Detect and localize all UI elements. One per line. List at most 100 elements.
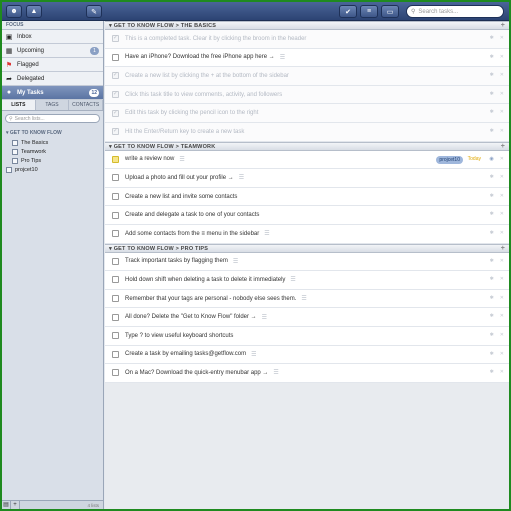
tab-contacts[interactable]: CONTACTS bbox=[69, 100, 104, 110]
task-checkbox[interactable] bbox=[112, 90, 119, 99]
sidebar-item-flagged[interactable]: ⚑ Flagged bbox=[2, 58, 103, 72]
pin-icon[interactable]: ✱ bbox=[490, 54, 494, 60]
delete-icon[interactable]: ✕ bbox=[500, 91, 504, 97]
notifications-button[interactable]: ▲ bbox=[26, 5, 42, 18]
pin-icon[interactable]: ✱ bbox=[490, 258, 494, 264]
task-row[interactable]: Upload a photo and fill out your profile… bbox=[105, 169, 509, 188]
tab-lists[interactable]: LISTS bbox=[2, 100, 36, 110]
task-row[interactable]: On a Mac? Download the quick-entry menub… bbox=[105, 364, 509, 383]
section-header-the-basics[interactable]: ▾ GET TO KNOW FLOW > THE BASICS + bbox=[105, 21, 509, 30]
task-checkbox[interactable] bbox=[112, 109, 119, 117]
task-row[interactable]: Create and delegate a task to one of you… bbox=[105, 206, 509, 225]
pin-icon[interactable]: ✱ bbox=[490, 174, 494, 180]
pin-icon[interactable]: ✱ bbox=[490, 230, 494, 236]
pin-icon[interactable]: ✱ bbox=[490, 332, 494, 338]
clear-completed-button[interactable]: ✔ bbox=[339, 5, 357, 18]
sidebar-item-delegated[interactable]: ➦ Delegated bbox=[2, 72, 103, 86]
folder-view-button[interactable]: ▭ bbox=[381, 5, 399, 18]
delete-icon[interactable]: ✕ bbox=[500, 54, 504, 60]
task-row[interactable]: Type ? to view useful keyboard shortcuts… bbox=[105, 326, 509, 346]
add-task-button[interactable]: + bbox=[501, 22, 505, 30]
task-checkbox[interactable] bbox=[112, 257, 119, 265]
account-menu-button[interactable]: ☻ bbox=[6, 5, 22, 18]
task-checkbox[interactable] bbox=[112, 211, 119, 219]
add-task-button[interactable]: + bbox=[501, 143, 505, 151]
delete-icon[interactable]: ✕ bbox=[500, 230, 504, 236]
add-list-button[interactable]: + bbox=[11, 501, 20, 509]
pin-icon[interactable]: ✱ bbox=[490, 211, 494, 217]
folder-get-to-know-flow[interactable]: ▾ GET TO KNOW FLOW bbox=[2, 126, 103, 138]
list-item-teamwork[interactable]: Teamwork bbox=[2, 147, 103, 156]
section-header-pro-tips[interactable]: ▾ GET TO KNOW FLOW > PRO TIPS + bbox=[105, 243, 509, 253]
task-checkbox[interactable] bbox=[112, 193, 119, 201]
task-row[interactable]: Track important tasks by flagging them ☰… bbox=[105, 252, 509, 272]
task-checkbox[interactable] bbox=[112, 155, 119, 163]
pin-icon[interactable]: ✱ bbox=[490, 313, 494, 319]
delete-icon[interactable]: ✕ bbox=[500, 276, 504, 282]
task-row[interactable]: Create a task by emailing tasks@getflow.… bbox=[105, 345, 509, 365]
task-row[interactable]: Edit this task by clicking the pencil ic… bbox=[105, 104, 509, 123]
search-tasks-field[interactable]: ⚲ Search tasks... bbox=[406, 5, 504, 18]
task-row[interactable]: Hold down shift when deleting a task to … bbox=[105, 271, 509, 290]
task-checkbox[interactable] bbox=[112, 295, 119, 303]
sidebar-item-upcoming[interactable]: ▦ Upcoming 1 bbox=[2, 44, 103, 58]
list-item-pro-tips[interactable]: Pro Tips bbox=[2, 156, 103, 165]
new-task-button[interactable]: ✎ bbox=[86, 5, 102, 18]
task-checkbox[interactable] bbox=[112, 313, 119, 321]
delete-icon[interactable]: ✕ bbox=[500, 72, 504, 78]
pin-icon[interactable]: ✱ bbox=[490, 109, 494, 115]
task-row[interactable]: All done? Delete the "Get to Know Flow" … bbox=[105, 308, 509, 327]
task-checkbox[interactable] bbox=[112, 71, 119, 80]
delete-icon[interactable]: ✕ bbox=[500, 35, 504, 41]
pin-icon[interactable]: ✱ bbox=[490, 193, 494, 199]
chat-icon[interactable]: ◉ bbox=[489, 156, 493, 162]
pin-icon[interactable]: ✱ bbox=[490, 295, 494, 301]
pin-icon[interactable]: ✱ bbox=[490, 351, 494, 357]
delete-icon[interactable]: ✕ bbox=[500, 258, 504, 264]
list-item-projcet10[interactable]: projcet10 bbox=[2, 165, 103, 174]
task-checkbox[interactable] bbox=[112, 53, 119, 61]
section-header-teamwork[interactable]: ▾ GET TO KNOW FLOW > TEAMWORK + bbox=[105, 141, 509, 151]
pin-icon[interactable]: ✱ bbox=[490, 72, 494, 78]
sidebar-item-my-tasks[interactable]: ● My Tasks 12 bbox=[2, 86, 103, 100]
delete-icon[interactable]: ✕ bbox=[500, 193, 504, 199]
pin-icon[interactable]: ✱ bbox=[490, 91, 494, 97]
search-lists-field[interactable]: ⚲ Search lists... bbox=[5, 114, 100, 123]
list-item-the-basics[interactable]: The Basics bbox=[2, 138, 103, 147]
settings-button[interactable]: ▤ bbox=[2, 501, 11, 509]
delete-icon[interactable]: ✕ bbox=[500, 313, 504, 319]
pin-icon[interactable]: ✱ bbox=[490, 276, 494, 282]
delete-icon[interactable]: ✕ bbox=[500, 128, 504, 134]
sidebar-item-inbox[interactable]: ▣ Inbox bbox=[2, 30, 103, 44]
task-row[interactable]: Create a new list by clicking the + at t… bbox=[105, 67, 509, 86]
task-checkbox[interactable] bbox=[112, 34, 119, 43]
task-checkbox[interactable] bbox=[112, 276, 119, 284]
task-row[interactable]: Create a new list and invite some contac… bbox=[105, 187, 509, 207]
delete-icon[interactable]: ✕ bbox=[500, 332, 504, 338]
task-checkbox[interactable] bbox=[112, 350, 119, 358]
task-row[interactable]: write a review now ☰ projcet10 Today ◉ ✕ bbox=[105, 150, 509, 170]
pin-icon[interactable]: ✱ bbox=[490, 128, 494, 134]
task-row[interactable]: Remember that your tags are personal - n… bbox=[105, 289, 509, 309]
delete-icon[interactable]: ✕ bbox=[500, 174, 504, 180]
task-row[interactable]: Click this task title to view comments, … bbox=[105, 85, 509, 105]
task-checkbox[interactable] bbox=[112, 230, 119, 238]
add-task-button[interactable]: + bbox=[501, 245, 505, 253]
task-checkbox[interactable] bbox=[112, 332, 119, 340]
task-row[interactable]: This is a completed task. Clear it by cl… bbox=[105, 30, 509, 49]
task-row[interactable]: Add some contacts from the ≡ menu in the… bbox=[105, 224, 509, 244]
tab-tags[interactable]: TAGS bbox=[36, 100, 70, 110]
task-row[interactable]: Have an iPhone? Download the free iPhone… bbox=[105, 48, 509, 68]
pin-icon[interactable]: ✱ bbox=[490, 369, 494, 375]
delete-icon[interactable]: ✕ bbox=[500, 211, 504, 217]
delete-icon[interactable]: ✕ bbox=[500, 369, 504, 375]
task-checkbox[interactable] bbox=[112, 174, 119, 182]
list-view-button[interactable]: ≡ bbox=[360, 5, 378, 18]
delete-icon[interactable]: ✕ bbox=[500, 295, 504, 301]
task-checkbox[interactable] bbox=[112, 127, 119, 136]
delete-icon[interactable]: ✕ bbox=[500, 109, 504, 115]
delete-icon[interactable]: ✕ bbox=[500, 351, 504, 357]
task-row[interactable]: Hit the Enter/Return key to create a new… bbox=[105, 122, 509, 142]
task-checkbox[interactable] bbox=[112, 369, 119, 377]
pin-icon[interactable]: ✱ bbox=[490, 35, 494, 41]
